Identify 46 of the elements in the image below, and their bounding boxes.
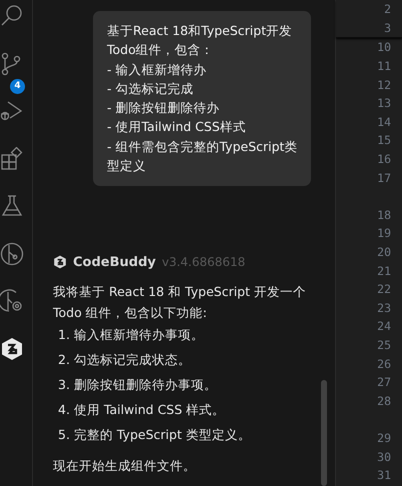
extensions-icon (0, 146, 24, 170)
version-label: v3.4.6868618 (162, 255, 246, 270)
list-item: 2. 勾选标记完成状态。 (58, 351, 192, 370)
line-number: 13 (377, 96, 391, 110)
response-text: 我将基于 React 18 和 TypeScript 开发一个 Todo 组件，包含以下功能: (53, 283, 307, 322)
branch-circle-icon (0, 242, 24, 266)
list-item: 1. 输入框新增待办事项。 (58, 326, 205, 344)
search-icon (0, 4, 24, 28)
list-item: 4. 使用 Tailwind CSS 样式。 (58, 401, 226, 420)
line-number: 18 (377, 208, 391, 222)
line-number: 23 (377, 300, 391, 315)
scrollbar[interactable] (321, 380, 327, 486)
response-text: 现在开始生成组件文件。 (53, 457, 197, 476)
codebuddy-logo-icon (53, 255, 67, 270)
line-number: 20 (377, 245, 391, 260)
line-number: 28 (377, 394, 391, 408)
badge: 4 (10, 78, 25, 94)
branch-circle-button[interactable] (0, 240, 25, 266)
codebuddy-button[interactable] (0, 336, 25, 362)
run-debug-icon (0, 99, 24, 123)
line-number: 26 (377, 356, 391, 371)
line-number: 16 (377, 152, 391, 166)
extensions-button[interactable] (0, 146, 25, 172)
line-number: 3 (384, 20, 391, 35)
line-number: 22 (377, 282, 391, 296)
line-number: 24 (377, 319, 391, 334)
line-number: 15 (377, 133, 391, 148)
line-number: 29 (377, 430, 391, 445)
line-number: 31 (377, 468, 391, 482)
list-item: 3. 删除按钮删除待办事项。 (58, 376, 218, 394)
line-number: 19 (377, 226, 391, 240)
line-number: 25 (377, 338, 391, 352)
assistant-name: CodeBuddy (73, 254, 156, 270)
line-number: 11 (377, 59, 391, 74)
line-number: 30 (377, 450, 391, 464)
line-number: 2 (384, 2, 391, 16)
line-number: 10 (377, 40, 391, 54)
line-number: 27 (377, 375, 391, 390)
user-message: 基于React 18和TypeScript开发Todo组件，包含： - 输入框新增待办 - 勾选标记完成 - 删除按钮删除待办 - 使用Tailwind CSS样式 - 组件需包含完整的TypeScript类型定义 (93, 11, 311, 186)
line-number: 14 (377, 114, 391, 129)
branch-search-icon (0, 289, 24, 313)
list-item: 5. 完整的 TypeScript 类型定义。 (58, 426, 252, 444)
line-number: 17 (377, 170, 391, 185)
line-number: 12 (377, 78, 391, 92)
flask-icon (0, 194, 24, 218)
line-number: 21 (377, 264, 391, 278)
